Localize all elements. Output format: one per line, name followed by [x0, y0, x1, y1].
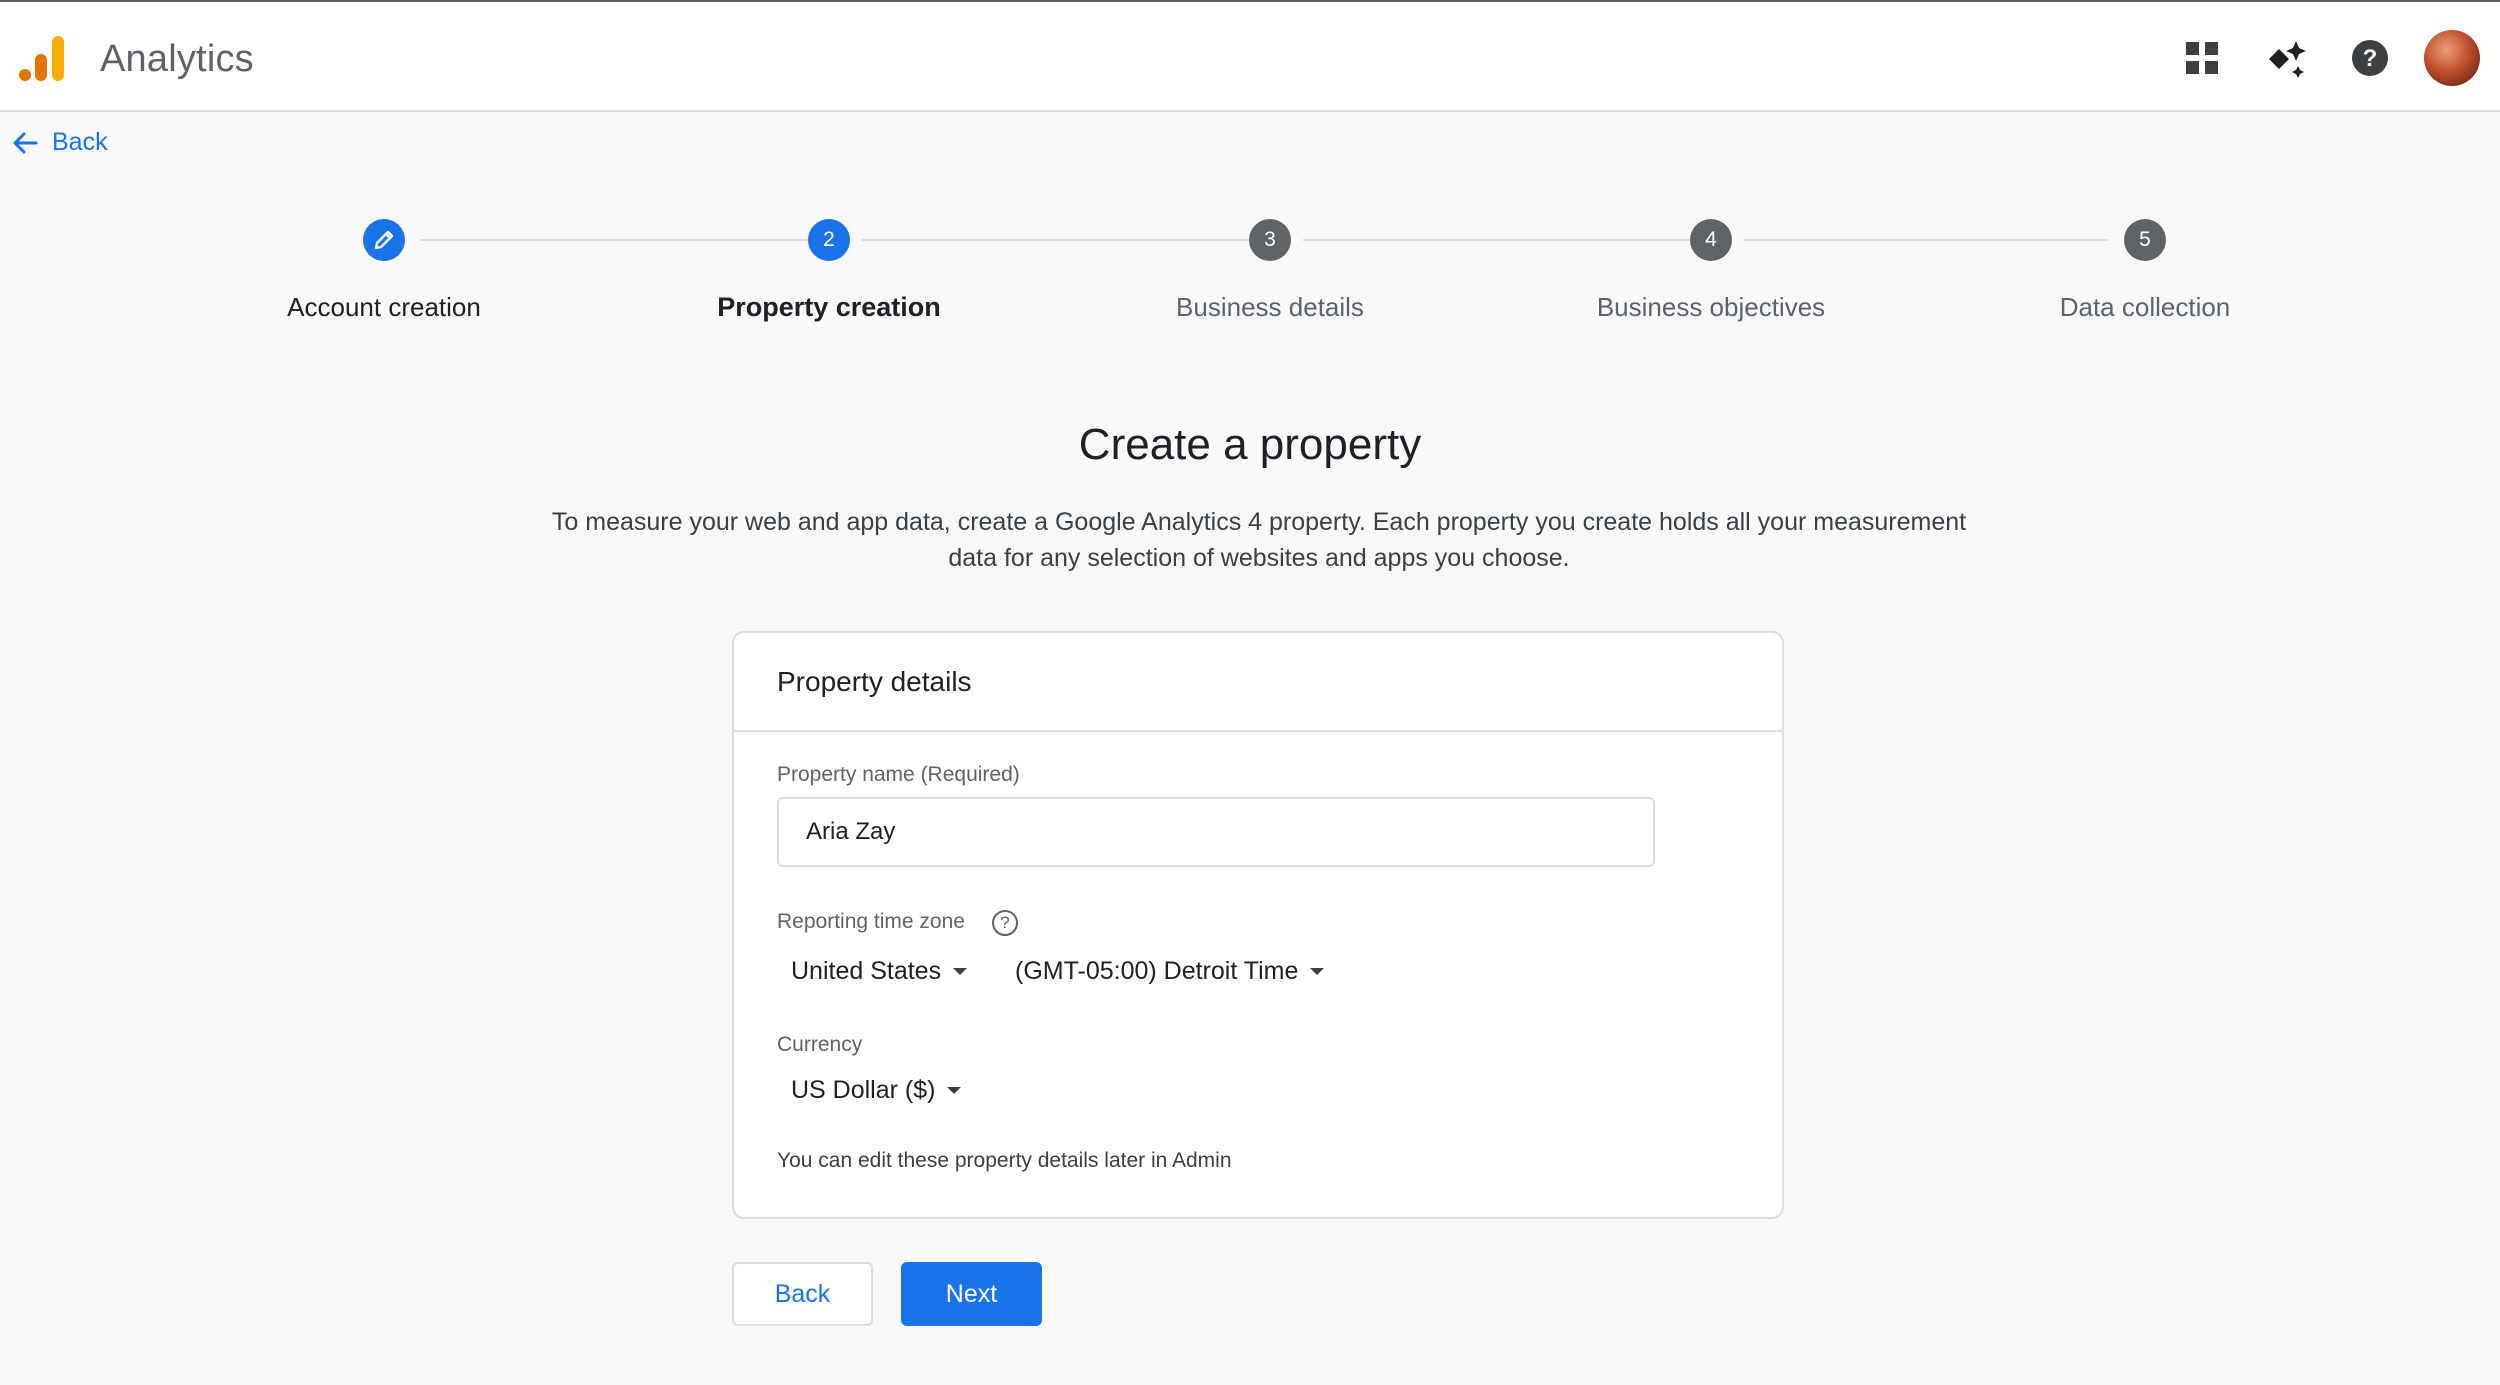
step-connector — [1303, 239, 1690, 241]
sparkle-icon[interactable] — [2264, 36, 2308, 80]
chevron-down-icon — [953, 968, 968, 975]
step-label-property-creation: Property creation — [717, 292, 941, 322]
card-title: Property details — [734, 633, 1782, 732]
app-title: Analytics — [100, 38, 254, 80]
property-name-input[interactable] — [777, 797, 1655, 867]
back-link-label: Back — [52, 128, 108, 156]
country-select-value: United States — [791, 957, 942, 985]
currency-select[interactable]: US Dollar ($) — [791, 1076, 962, 1105]
user-avatar[interactable] — [2424, 30, 2480, 86]
edit-pencil-icon — [374, 230, 394, 250]
timezone-label: Reporting time zone — [777, 910, 965, 933]
svg-text:?: ? — [2363, 45, 2378, 72]
next-button[interactable]: Next — [901, 1262, 1042, 1326]
page-subtitle: To measure your web and app data, create… — [551, 508, 1967, 572]
timezone-help-icon[interactable]: ? — [992, 910, 1018, 936]
step-connector — [1744, 239, 2107, 241]
step-label-data-collection: Data collection — [2059, 292, 2231, 322]
timezone-select[interactable]: (GMT-05:00) Detroit Time — [1015, 957, 1325, 986]
chevron-down-icon — [1310, 968, 1325, 975]
step-4-indicator: 4 — [1690, 219, 1732, 261]
top-app-bar: Analytics ? — [0, 0, 2500, 112]
step-3-indicator: 3 — [1249, 219, 1291, 261]
step-5-indicator: 5 — [2124, 219, 2166, 261]
property-name-label: Property name (Required) — [777, 763, 1020, 786]
currency-select-value: US Dollar ($) — [791, 1076, 936, 1104]
step-label-business-objectives: Business objectives — [1596, 292, 1826, 322]
edit-later-note: You can edit these property details late… — [777, 1149, 1232, 1172]
currency-label: Currency — [777, 1033, 863, 1056]
step-1-completed-indicator — [363, 219, 405, 261]
step-label-business-details: Business details — [1176, 292, 1364, 322]
page-title: Create a property — [1078, 420, 1422, 469]
property-details-card: Property details Property name (Required… — [732, 631, 1784, 1219]
timezone-select-value: (GMT-05:00) Detroit Time — [1015, 957, 1299, 985]
back-button[interactable]: Back — [732, 1262, 873, 1326]
analytics-logo-icon[interactable] — [18, 32, 70, 84]
step-label-account-creation: Account creation — [287, 292, 481, 322]
country-select[interactable]: United States — [791, 957, 968, 986]
arrow-back-icon — [13, 132, 38, 153]
step-connector — [420, 239, 808, 241]
step-connector — [862, 239, 1250, 241]
back-link[interactable]: Back — [12, 128, 108, 157]
apps-grid-icon[interactable] — [2180, 36, 2224, 80]
help-icon[interactable]: ? — [2348, 36, 2392, 80]
chevron-down-icon — [947, 1087, 962, 1094]
step-2-indicator: 2 — [808, 219, 850, 261]
